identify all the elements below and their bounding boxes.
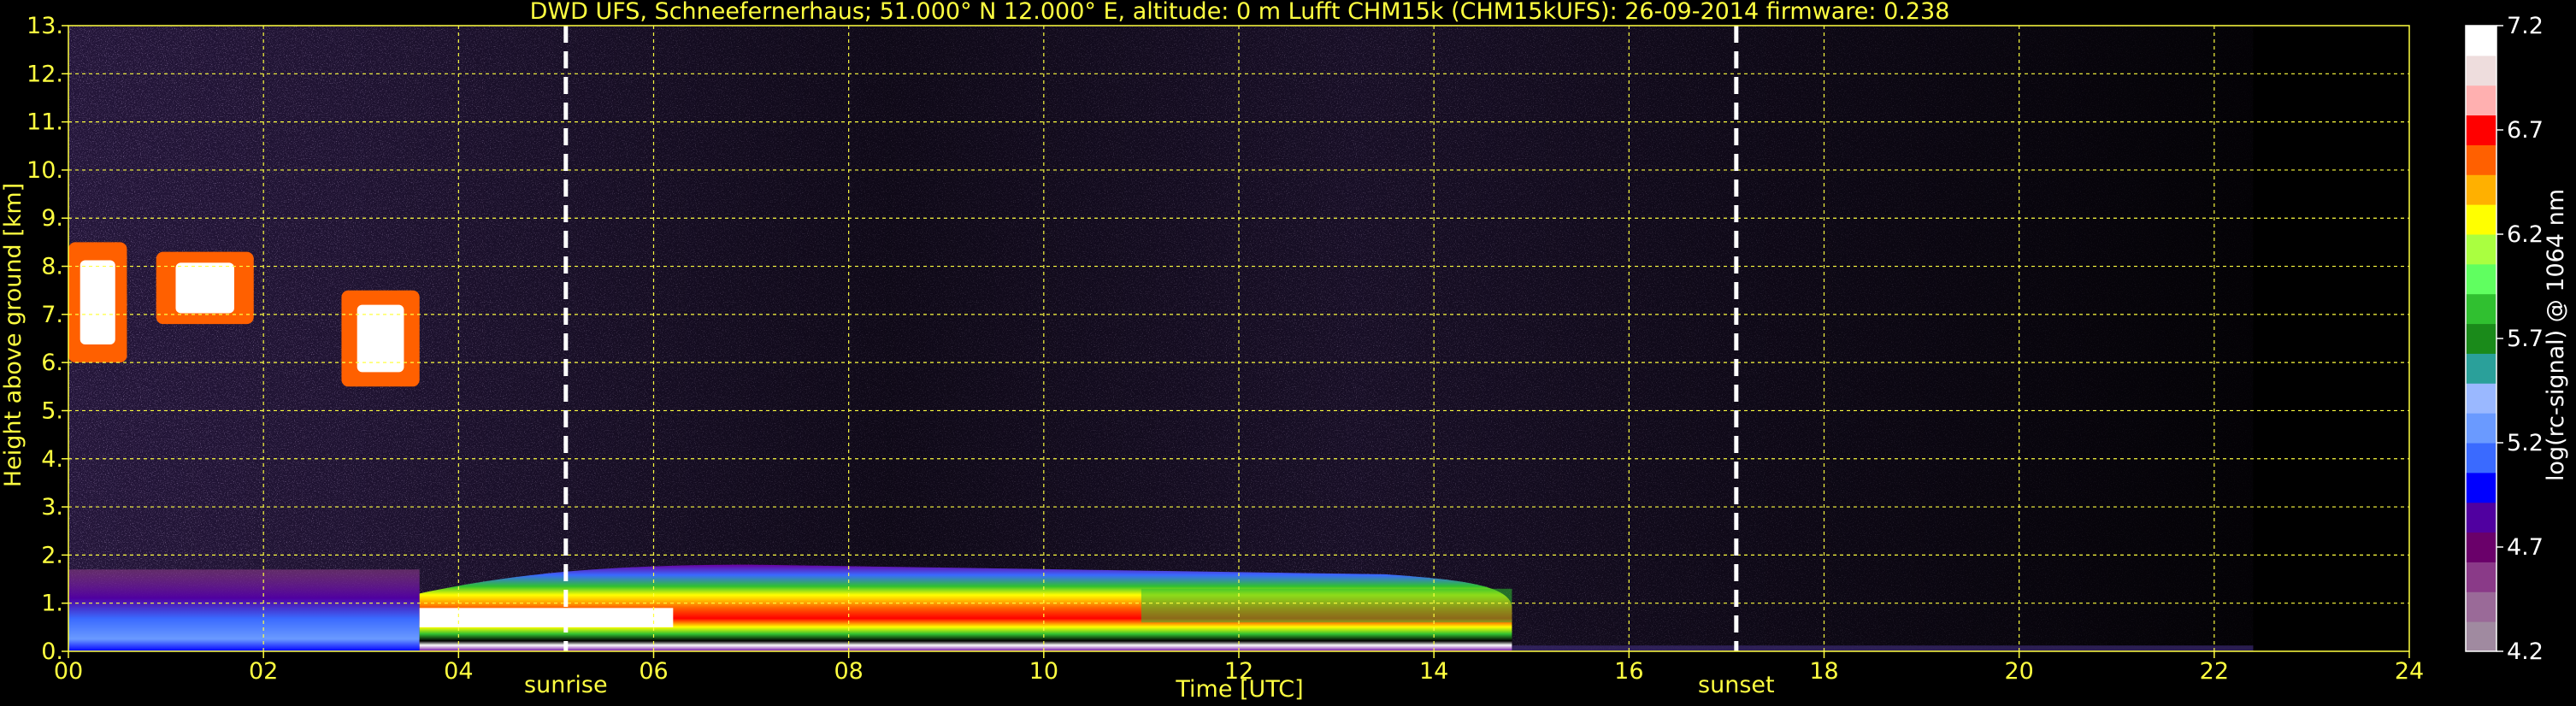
y-tick-label: 6.	[41, 350, 63, 376]
colorbar-segment	[2466, 443, 2496, 474]
y-tick-label: 7.	[41, 302, 63, 328]
ceilometer-chart: 00 02 04 06 08 10 12 14 16 18 20 22 240.1.2.3.4.5.6.…	[0, 0, 2576, 706]
colorbar-tick-label: 4.2	[2507, 638, 2544, 665]
y-tick-label: 5.	[41, 397, 63, 424]
sunrise-label: sunrise	[524, 672, 608, 698]
colorbar-segment	[2466, 383, 2496, 414]
aerosol-upper-layer	[1141, 588, 1512, 623]
y-tick-label: 3.	[41, 494, 63, 521]
aerosol-saturation-band	[419, 608, 674, 627]
y-tick-label: 12.	[27, 61, 63, 87]
colorbar-segment	[2466, 472, 2496, 503]
x-tick-label: 20	[2004, 658, 2033, 685]
cloud-core	[80, 260, 115, 345]
x-tick-label: 14	[1419, 658, 1448, 685]
x-tick-label: 10	[1029, 658, 1058, 685]
y-tick-label: 1.	[41, 591, 63, 617]
y-tick-label: 10.	[27, 157, 63, 184]
plot-area	[68, 26, 2409, 651]
x-tick-label: 24	[2395, 658, 2424, 685]
colorbar-segment	[2466, 562, 2496, 592]
colorbar-tick-label: 5.2	[2507, 430, 2544, 456]
colorbar-segment	[2466, 323, 2496, 354]
x-tick-label: 22	[2200, 658, 2229, 685]
y-axis-label: Height above ground [km]	[0, 183, 27, 487]
colorbar-tick-label: 6.2	[2507, 221, 2544, 248]
x-tick-label: 08	[834, 658, 863, 685]
colorbar-tick-label: 6.7	[2507, 117, 2544, 144]
colorbar-segment	[2466, 502, 2496, 533]
y-tick-label: 9.	[41, 205, 63, 232]
surface-layer	[1512, 645, 2254, 651]
colorbar-segment	[2466, 353, 2496, 384]
y-tick-label: 0.	[41, 638, 63, 665]
y-tick-label: 2.	[41, 542, 63, 568]
colorbar-segment	[2466, 621, 2496, 652]
x-tick-label: 16	[1614, 658, 1643, 685]
sunset-label: sunset	[1698, 672, 1775, 698]
x-tick-label: 06	[639, 658, 668, 685]
chart-title: DWD UFS, Schneefernerhaus; 51.000° N 12.…	[530, 0, 1950, 25]
y-tick-label: 4.	[41, 446, 63, 473]
colorbar-segment	[2466, 234, 2496, 265]
colorbar-segment	[2466, 26, 2496, 56]
colorbar-tick-label: 4.7	[2507, 534, 2544, 561]
colorbar-segment	[2466, 532, 2496, 562]
colorbar-tick-label: 7.2	[2507, 13, 2544, 39]
colorbar-label: log(rc-signal) @ 1064 nm	[2543, 189, 2569, 481]
colorbar-segment	[2466, 413, 2496, 444]
aerosol-layer-early	[68, 569, 420, 651]
y-tick-label: 8.	[41, 254, 63, 280]
colorbar-segment	[2466, 115, 2496, 145]
colorbar-segment	[2466, 263, 2496, 295]
colorbar-segment	[2466, 174, 2496, 205]
x-tick-label: 02	[249, 658, 278, 685]
cloud-core	[175, 262, 234, 314]
colorbar-segment	[2466, 85, 2496, 116]
colorbar-segment	[2466, 293, 2496, 325]
noise-fade	[68, 26, 2409, 651]
y-tick-label: 13.	[27, 13, 63, 39]
x-tick-label: 18	[1809, 658, 1838, 685]
colorbar-segment	[2466, 144, 2496, 175]
x-axis-label: Time [UTC]	[1175, 676, 1303, 703]
colorbar-segment	[2466, 204, 2496, 235]
colorbar-segment	[2466, 591, 2496, 622]
colorbar-tick-label: 5.7	[2507, 326, 2544, 352]
y-tick-label: 11.	[27, 109, 63, 136]
no-data-region	[2253, 26, 2409, 651]
x-tick-label: 04	[444, 658, 473, 685]
colorbar-segment	[2466, 55, 2496, 86]
